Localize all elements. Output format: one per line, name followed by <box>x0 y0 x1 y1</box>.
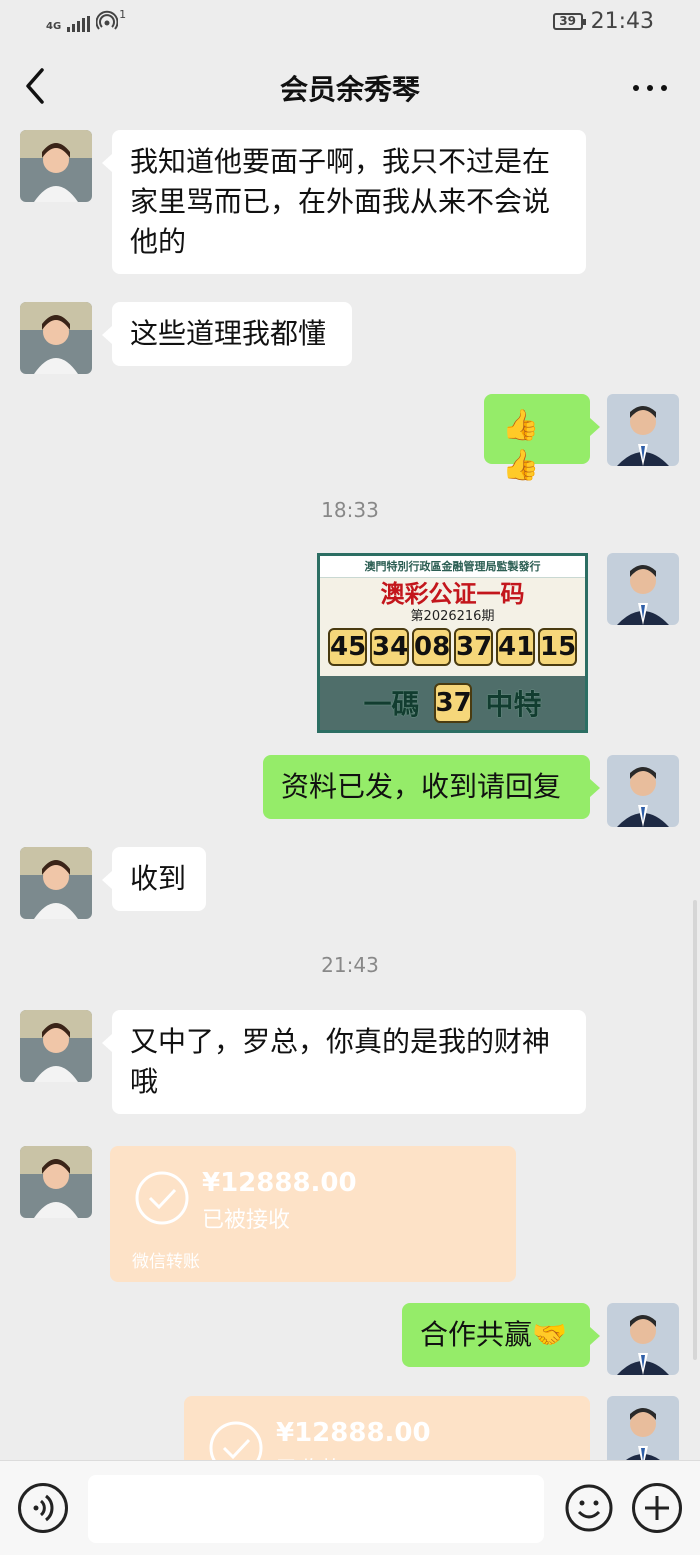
lottery-number: 08 <box>412 628 451 666</box>
plus-icon[interactable] <box>632 1483 682 1533</box>
transfer-amount: ¥12888.00 <box>202 1168 357 1198</box>
lottery-number: 37 <box>454 628 493 666</box>
emoji-message[interactable]: 👍👍 <box>484 394 600 483</box>
hotspot-icon: 1 <box>95 8 126 32</box>
message-bubble[interactable]: 又中了，罗总，你真的是我的财神哦 <box>102 1010 586 1114</box>
hotspot-count: 1 <box>119 8 127 21</box>
message-bubble[interactable]: 收到 <box>102 847 206 911</box>
check-circle-icon <box>134 1170 190 1226</box>
message-bubble[interactable]: 这些道理我都懂 <box>102 302 352 366</box>
lottery-numbers: 45 34 08 37 41 15 <box>320 628 585 666</box>
more-dots-icon[interactable] <box>630 68 670 108</box>
timestamp: 21:43 <box>321 953 379 977</box>
lottery-band: 一碼 37 中特 <box>320 676 585 730</box>
battery-icon: 39 <box>552 13 586 30</box>
avatar-self[interactable] <box>607 1303 679 1375</box>
avatar-self[interactable] <box>607 553 679 625</box>
lottery-image[interactable]: 澳門特別行政區金融管理局監製發行 澳彩公证一码 第2026216期 45 34 … <box>317 553 588 733</box>
lottery-band-right: 中特 <box>485 688 542 721</box>
status-left: 4G 1 <box>46 8 126 32</box>
transfer-status: 已收款 <box>276 1452 342 1460</box>
status-time: 21:43 <box>590 9 654 34</box>
network-type: 4G <box>46 21 62 32</box>
status-right: 39 21:43 <box>552 9 654 34</box>
lottery-issue: 第2026216期 <box>410 609 495 624</box>
voice-icon[interactable] <box>18 1483 68 1533</box>
avatar-contact[interactable] <box>20 130 92 202</box>
scrollbar[interactable] <box>693 900 697 1360</box>
chat-title: 会员余秀琴 <box>279 73 420 106</box>
lottery-number: 15 <box>538 628 577 666</box>
transfer-status: 已被接收 <box>202 1208 291 1233</box>
message-bubble[interactable]: 合作共赢🤝 <box>402 1303 600 1367</box>
lottery-band-left: 一碼 <box>363 688 420 721</box>
lottery-number: 45 <box>328 628 367 666</box>
avatar-contact[interactable] <box>20 302 92 374</box>
lottery-number: 34 <box>370 628 409 666</box>
input-bar <box>0 1460 700 1555</box>
message-bubble[interactable]: 资料已发，收到请回复 <box>263 755 600 819</box>
signal-icon <box>67 16 91 32</box>
chat-area[interactable]: 我知道他要面子啊，我只不过是在家里骂而已，在外面我从来不会说他的 这些道理我都懂… <box>0 130 700 1460</box>
transfer-card[interactable]: ¥12888.00 已收款 <box>184 1396 590 1460</box>
status-bar: 4G 1 39 21:43 <box>0 0 700 44</box>
avatar-self[interactable] <box>607 1396 679 1460</box>
avatar-contact[interactable] <box>20 1010 92 1082</box>
transfer-card[interactable]: ¥12888.00 已被接收 微信转账 <box>110 1146 516 1282</box>
timestamp: 18:33 <box>321 498 379 522</box>
lottery-headline: 澳彩公证一码 <box>380 579 525 608</box>
avatar-contact[interactable] <box>20 847 92 919</box>
transfer-amount: ¥12888.00 <box>276 1418 431 1448</box>
lottery-header: 澳門特別行政區金融管理局監製發行 <box>320 556 585 578</box>
avatar-self[interactable] <box>607 755 679 827</box>
check-circle-icon <box>208 1420 264 1460</box>
lottery-special-number: 37 <box>433 683 472 723</box>
emoji-icon[interactable] <box>564 1483 614 1533</box>
avatar-self[interactable] <box>607 394 679 466</box>
avatar-contact[interactable] <box>20 1146 92 1218</box>
message-input[interactable] <box>88 1475 544 1543</box>
nav-bar: 会员余秀琴 <box>0 44 700 130</box>
lottery-number: 41 <box>496 628 535 666</box>
message-bubble[interactable]: 我知道他要面子啊，我只不过是在家里骂而已，在外面我从来不会说他的 <box>102 130 586 274</box>
transfer-footer: 微信转账 <box>132 1252 200 1272</box>
